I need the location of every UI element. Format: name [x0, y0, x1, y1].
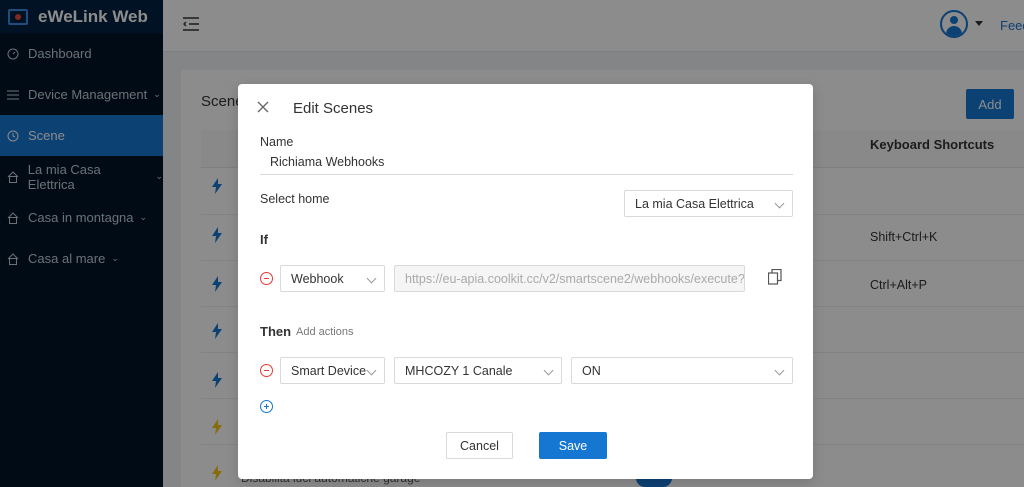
webhook-url-field[interactable] — [394, 265, 745, 292]
then-section-label: Then — [260, 324, 292, 339]
add-action-icon[interactable] — [260, 400, 273, 413]
remove-action-icon[interactable] — [260, 364, 273, 377]
edit-scenes-modal: Edit Scenes Name Select home La mia Casa… — [238, 84, 813, 479]
device-select-value: MHCOZY 1 Canale — [405, 363, 513, 378]
add-actions-link[interactable]: Add actions — [296, 326, 353, 338]
name-label: Name — [260, 135, 294, 149]
if-section-label: If — [260, 232, 268, 247]
modal-title: Edit Scenes — [293, 100, 374, 117]
state-select[interactable]: ON — [571, 357, 793, 384]
condition-type-select[interactable]: Webhook — [280, 265, 385, 292]
action-type-value: Smart Device — [291, 363, 367, 378]
device-select[interactable]: MHCOZY 1 Canale — [394, 357, 562, 384]
chevron-down-icon — [774, 365, 785, 376]
action-type-select[interactable]: Smart Device — [280, 357, 385, 384]
home-select-value: La mia Casa Elettrica — [635, 196, 754, 211]
scene-name-input[interactable] — [260, 150, 793, 175]
cancel-button[interactable]: Cancel — [446, 432, 513, 459]
copy-icon[interactable] — [767, 268, 784, 287]
chevron-down-icon — [543, 365, 554, 376]
select-home-label: Select home — [260, 192, 330, 206]
chevron-down-icon — [774, 198, 785, 209]
close-icon[interactable] — [257, 101, 271, 115]
chevron-down-icon — [366, 273, 377, 284]
home-select[interactable]: La mia Casa Elettrica — [624, 190, 793, 217]
remove-condition-icon[interactable] — [260, 272, 273, 285]
state-select-value: ON — [582, 363, 601, 378]
condition-type-value: Webhook — [291, 271, 344, 286]
chevron-down-icon — [366, 365, 377, 376]
save-button[interactable]: Save — [539, 432, 607, 459]
